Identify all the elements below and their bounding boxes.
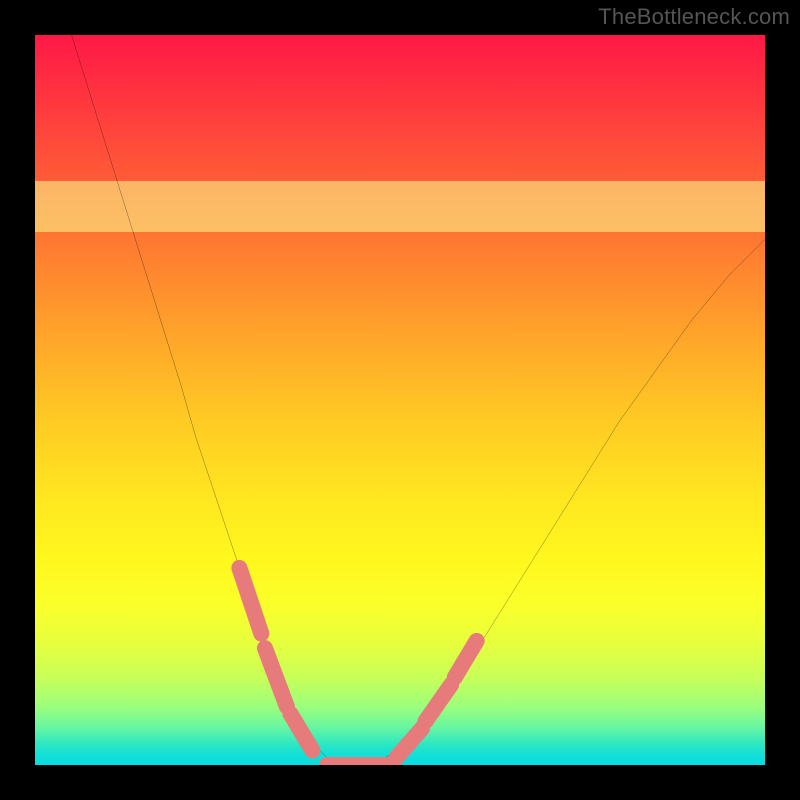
curve-layer: [35, 35, 765, 765]
plot-area: [35, 35, 765, 765]
marker-segment: [265, 648, 287, 706]
marker-segment: [426, 685, 452, 722]
watermark-label: TheBottleneck.com: [598, 4, 790, 30]
marker-segment: [239, 568, 261, 634]
marker-group: [239, 568, 476, 765]
marker-segment: [396, 729, 422, 758]
marker-segment: [455, 641, 477, 678]
chart-frame: TheBottleneck.com: [0, 0, 800, 800]
bottleneck-curve: [72, 35, 766, 765]
marker-segment: [291, 714, 313, 751]
